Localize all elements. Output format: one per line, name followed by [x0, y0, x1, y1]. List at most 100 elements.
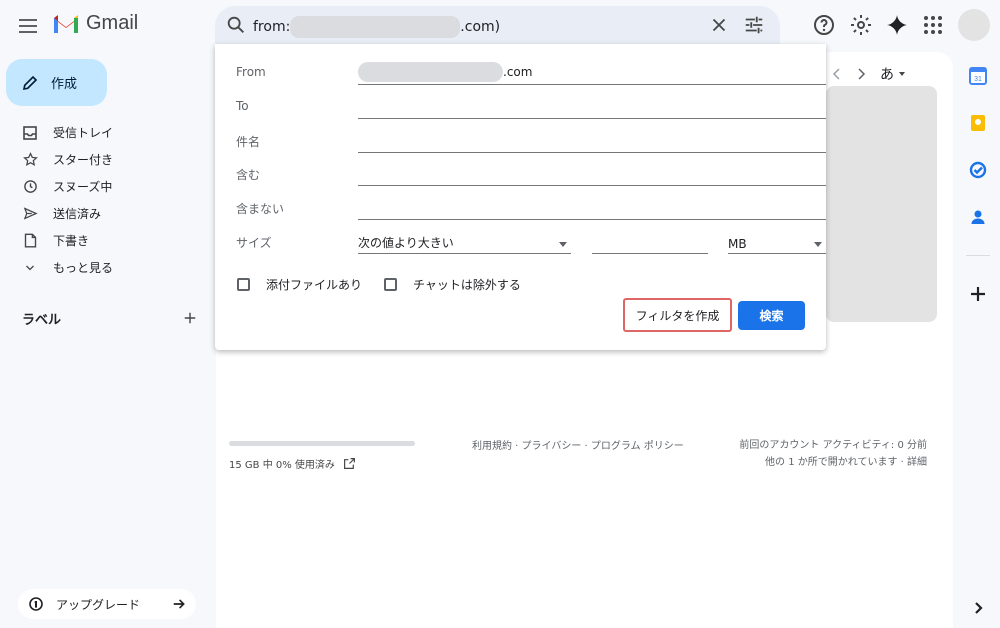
has-words-row: 含む	[236, 162, 826, 186]
footer-links[interactable]: 利用規約 · プライバシー · プログラム ポリシー	[472, 437, 684, 452]
clock-icon	[22, 179, 38, 195]
search-options-icon[interactable]	[743, 14, 765, 36]
sidebar-item-label: 下書き	[53, 234, 90, 248]
help-icon[interactable]	[812, 13, 836, 37]
calendar-icon[interactable]: 31	[968, 66, 988, 86]
apps-grid-icon[interactable]	[921, 13, 945, 37]
sidebar-item-starred[interactable]: スター付き	[0, 146, 210, 173]
exclude-chats-checkbox[interactable]: チャットは除外する	[384, 276, 521, 293]
send-icon	[22, 206, 38, 222]
to-label: To	[236, 99, 249, 113]
sidebar-item-sent[interactable]: 送信済み	[0, 200, 210, 227]
from-label: From	[236, 65, 266, 79]
dropdown-arrow-icon	[559, 242, 567, 247]
exclude-chats-label: チャットは除外する	[413, 278, 521, 292]
avatar[interactable]	[958, 9, 990, 41]
search-query-prefix: from:	[253, 19, 291, 35]
has-words-field[interactable]	[358, 162, 826, 186]
account-activity: 前回のアカウント アクティビティ: 0 分前 他の 1 か所で開かれています ·…	[739, 437, 927, 471]
search-options-panel: From .com To 件名 含む 含まない サイズ 次の値より大きい MB	[215, 44, 826, 350]
input-tool-label: あ	[880, 67, 894, 83]
gmail-m-icon	[54, 14, 78, 33]
pager-controls: あ	[832, 64, 922, 84]
subject-row: 件名	[236, 129, 826, 153]
labels-section: ラベル	[22, 306, 197, 330]
star-icon	[22, 152, 38, 168]
gmail-logo[interactable]: Gmail	[52, 12, 138, 35]
from-field[interactable]: .com	[358, 61, 826, 85]
storage-usage-bar	[229, 441, 415, 446]
has-attachment-checkbox[interactable]: 添付ファイルあり	[237, 276, 362, 293]
input-tool-selector[interactable]: あ	[880, 64, 905, 84]
compose-label: 作成	[51, 77, 78, 92]
chevron-left-icon[interactable]	[832, 68, 842, 80]
external-link-icon[interactable]	[343, 457, 356, 470]
gear-icon[interactable]	[849, 13, 873, 37]
checkbox-box[interactable]	[384, 278, 397, 291]
has-attachment-label: 添付ファイルあり	[266, 278, 363, 292]
search-button[interactable]: 検索	[738, 301, 805, 330]
sidebar-item-inbox[interactable]: 受信トレイ	[0, 119, 210, 146]
main-menu-icon[interactable]	[16, 14, 40, 38]
search-bar[interactable]: from: .com)	[215, 6, 780, 44]
labels-heading: ラベル	[22, 312, 62, 328]
chevron-right-icon[interactable]	[856, 68, 866, 80]
sidebar-item-label: スヌーズ中	[53, 180, 113, 194]
caret-down-icon	[899, 72, 905, 76]
size-unit-value: MB	[728, 237, 747, 251]
dropdown-arrow-icon	[814, 242, 822, 247]
contacts-icon[interactable]	[968, 207, 988, 227]
size-operator-value: 次の値より大きい	[358, 236, 454, 250]
arrow-right-icon	[173, 599, 185, 609]
storage-info: 15 GB 中 0% 使用済み	[229, 456, 356, 471]
search-query[interactable]: from: .com)	[253, 16, 500, 38]
sidebar-nav: 受信トレイ スター付き スヌーズ中 送信済み 下書き もっと見る	[0, 119, 210, 281]
pencil-icon	[22, 75, 38, 90]
upgrade-label: アップグレード	[56, 597, 141, 612]
storage-text: 15 GB 中 0% 使用済み	[229, 460, 335, 471]
subject-field[interactable]	[358, 129, 826, 153]
expand-side-panel-icon[interactable]	[968, 598, 988, 618]
subject-label: 件名	[236, 135, 261, 149]
not-words-row: 含まない	[236, 196, 826, 220]
sidebar-item-more[interactable]: もっと見る	[0, 254, 210, 281]
checkbox-box[interactable]	[237, 278, 250, 291]
keep-icon[interactable]	[968, 113, 988, 133]
preview-card-placeholder	[826, 86, 937, 322]
redacted-email-block	[290, 16, 461, 38]
size-row: サイズ 次の値より大きい MB	[236, 230, 826, 254]
not-words-label: 含まない	[236, 202, 285, 216]
plus-icon[interactable]	[183, 311, 197, 325]
search-icon[interactable]	[225, 14, 247, 36]
upgrade-button[interactable]: アップグレード	[18, 589, 196, 619]
app-name: Gmail	[86, 12, 139, 34]
gemini-sparkle-icon[interactable]	[885, 13, 909, 37]
activity-line-1: 前回のアカウント アクティビティ: 0 分前	[739, 440, 927, 451]
activity-details-link[interactable]: 他の 1 か所で開かれています · 詳細	[739, 454, 927, 471]
draft-icon	[22, 233, 38, 249]
upgrade-badge-icon	[29, 597, 43, 611]
size-unit-select[interactable]: MB	[728, 230, 826, 254]
side-panel-divider	[966, 255, 990, 256]
from-value-suffix: .com	[503, 65, 533, 79]
sidebar-item-label: 送信済み	[53, 207, 102, 221]
add-addon-plus-icon[interactable]	[968, 284, 988, 304]
chevron-down-icon	[22, 260, 38, 276]
search-query-suffix: .com)	[460, 19, 501, 35]
has-words-label: 含む	[236, 168, 261, 182]
sidebar-item-drafts[interactable]: 下書き	[0, 227, 210, 254]
sidebar-item-label: もっと見る	[53, 261, 114, 275]
sidebar-item-snoozed[interactable]: スヌーズ中	[0, 173, 210, 200]
tasks-icon[interactable]	[968, 160, 988, 180]
create-filter-button[interactable]: フィルタを作成	[623, 298, 732, 332]
not-words-field[interactable]	[358, 196, 826, 220]
compose-button[interactable]: 作成	[6, 59, 107, 106]
svg-text:31: 31	[974, 76, 982, 83]
size-label: サイズ	[236, 236, 272, 250]
sidebar-item-label: スター付き	[53, 153, 114, 167]
size-value-field[interactable]	[592, 230, 708, 254]
to-field[interactable]	[358, 95, 826, 119]
from-row: From .com	[236, 61, 826, 85]
close-icon[interactable]	[708, 14, 730, 36]
size-operator-select[interactable]: 次の値より大きい	[358, 230, 571, 254]
